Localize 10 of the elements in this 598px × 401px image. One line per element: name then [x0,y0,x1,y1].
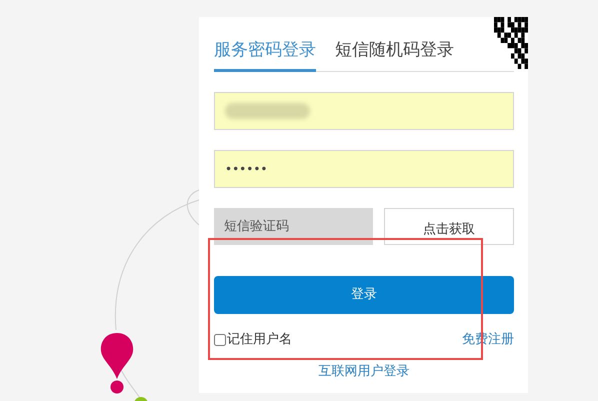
login-button[interactable]: 登录 [214,276,514,314]
password-field[interactable]: •••••• [214,150,514,188]
login-tab[interactable]: 服务密码登录 [214,39,316,72]
get-code-button[interactable]: 点击获取 [384,208,514,245]
remember-checkbox[interactable] [214,334,226,346]
remember-label: 记住用户名 [227,331,292,349]
sms-code-field[interactable]: 短信验证码 [214,208,373,245]
internet-login-link[interactable]: 互联网用户登录 [318,362,410,381]
username-field[interactable] [214,92,514,130]
login-tab[interactable]: 短信随机码登录 [335,39,454,72]
